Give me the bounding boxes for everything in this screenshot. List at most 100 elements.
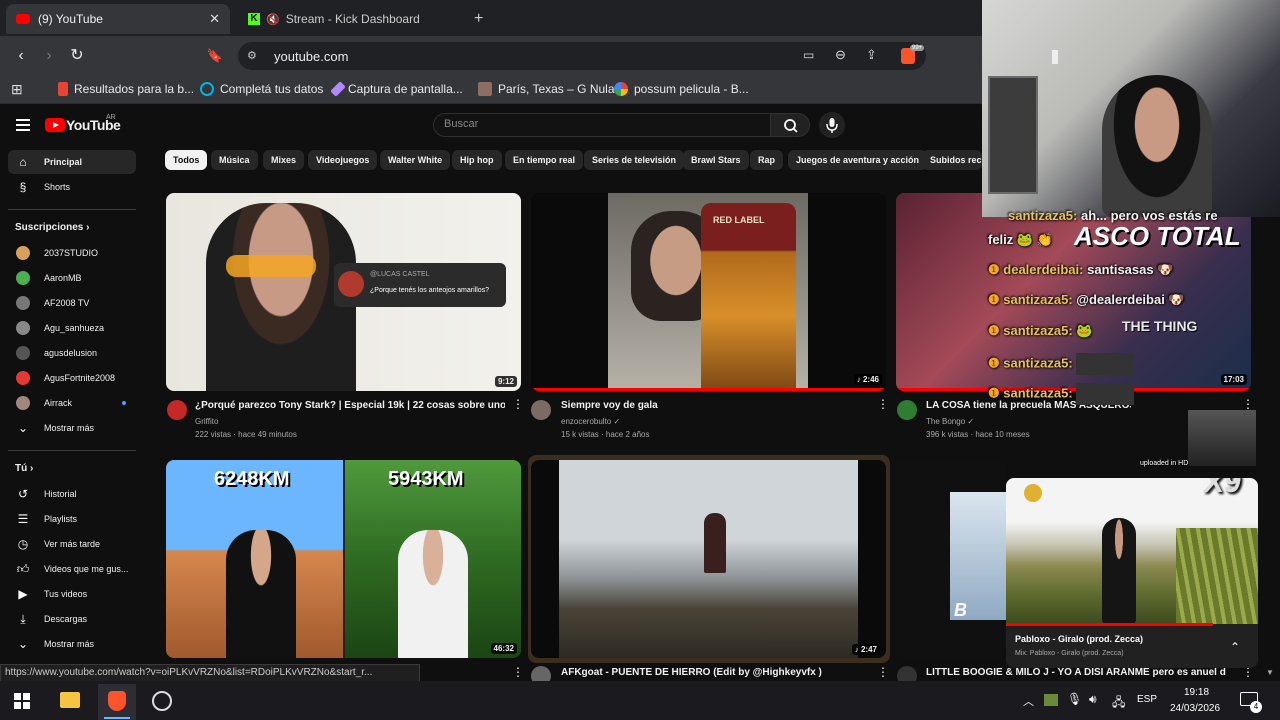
chip[interactable]: Juegos de aventura y acción <box>788 150 928 170</box>
input-language[interactable]: ESP <box>1137 694 1157 705</box>
chip[interactable]: Música <box>211 150 258 170</box>
site-settings-icon[interactable]: ⚙ <box>247 49 257 62</box>
tab-kick[interactable]: K 🔇 Stream - Kick Dashboard <box>238 4 464 34</box>
sidebar-item-subscription[interactable]: AF2008 TV <box>8 291 136 315</box>
chip-todos[interactable]: Todos <box>165 150 208 170</box>
channel-avatar[interactable] <box>167 400 187 420</box>
tab-youtube[interactable]: (9) YouTube ✕ <box>6 4 230 34</box>
sidebar-item-shorts[interactable]: § Shorts <box>8 175 136 199</box>
chip[interactable]: Walter White <box>380 150 451 170</box>
bookmark-icon[interactable]: 🔖 <box>206 47 224 65</box>
video-title[interactable]: LITTLE BOOGIE & MILO J - YO A DISI ARAÑM… <box>926 667 1226 678</box>
sidebar-item-subscription[interactable]: Agu_sanhueza <box>8 316 136 340</box>
voice-search-button[interactable] <box>819 112 845 138</box>
video-title[interactable]: ¿Porqué parezco Tony Stark? | Especial 1… <box>195 400 505 411</box>
bookmark-item[interactable]: possum pelicula - B... <box>614 82 749 96</box>
youtube-logo-icon[interactable] <box>45 118 65 132</box>
channel-name[interactable]: enzocerobulto ✓ <box>561 417 620 426</box>
video-thumbnail[interactable]: 6248KM 5943KM 46:32 <box>166 460 521 658</box>
chevron-down-icon: ⌄ <box>17 421 29 435</box>
apps-grid-icon[interactable]: ⊞ <box>11 81 23 98</box>
sidebar-item-principal[interactable]: ⌂ Principal <box>8 150 136 174</box>
sidebar-item-subscription[interactable]: AaronMB <box>8 266 136 290</box>
scroll-down-icon[interactable]: ▼ <box>1266 668 1274 677</box>
multiplier-label: X9 <box>1204 478 1241 499</box>
share-icon[interactable]: ⇪ <box>866 47 877 63</box>
more-options-icon[interactable]: ⋮ <box>512 666 524 678</box>
chevron-up-icon[interactable]: ⌃ <box>1230 640 1240 654</box>
history-icon: ↺ <box>17 487 29 501</box>
chip[interactable]: Rap <box>750 150 784 170</box>
cast-icon[interactable]: ▭ <box>803 48 814 62</box>
obs-icon[interactable] <box>152 691 172 711</box>
sidebar-item-downloads[interactable]: ⤓ Descargas <box>8 607 136 631</box>
new-tab-button[interactable]: + <box>474 10 483 28</box>
video-thumbnail[interactable]: B <box>896 460 1006 658</box>
more-options-icon[interactable]: ⋮ <box>877 398 889 410</box>
chip[interactable]: Videojuegos <box>308 150 378 170</box>
more-options-icon[interactable]: ⋮ <box>1242 666 1254 678</box>
sidebar-item-watch-later[interactable]: ◷ Ver más tarde <box>8 532 136 556</box>
subscriptions-heading[interactable]: Suscripciones › <box>15 222 89 233</box>
sidebar-item-subscription[interactable]: AgusFortnite2008 <box>8 366 136 390</box>
chat-user: santizaza5: <box>1003 323 1073 338</box>
sidebar-item-liked[interactable]: 👍︎ Videos que me gus... <box>8 557 136 581</box>
more-options-icon[interactable]: ⋮ <box>512 398 524 410</box>
sidebar-item-subscription[interactable]: 2037STUDIO <box>8 241 136 265</box>
video-thumbnail[interactable]: RED LABEL ♪ 2:46 <box>531 193 886 391</box>
bookmark-item[interactable]: Resultados para la b... <box>58 82 194 96</box>
clock-time[interactable]: 19:18 <box>1184 687 1209 698</box>
more-options-icon[interactable]: ⋮ <box>1242 398 1254 410</box>
sidebar-label: AaronMB <box>44 273 82 283</box>
sidebar-item-historial[interactable]: ↺ Historial <box>8 482 136 506</box>
sidebar-item-subscription[interactable]: Airrack <box>8 391 136 415</box>
volume-icon[interactable]: 🔊︎ <box>1089 692 1097 707</box>
video-thumbnail-hover[interactable]: ♪ 2:47 <box>528 455 890 663</box>
playlist-icon: ☰ <box>17 512 29 526</box>
forward-icon[interactable]: › <box>40 47 58 65</box>
sidebar-item-your-videos[interactable]: ▶ Tus videos <box>8 582 136 606</box>
miniplayer[interactable]: X9 Pabloxo - Giralo (prod. Zecca) Mix: P… <box>1006 478 1258 668</box>
zoom-icon[interactable]: ⊖ <box>835 47 846 63</box>
video-title[interactable]: Siempre voy de gala <box>561 400 871 411</box>
video-thumbnail[interactable]: @LUCAS CASTEL ¿Porque tenés los anteojos… <box>166 193 521 391</box>
reload-icon[interactable]: ↻ <box>68 47 86 65</box>
brave-browser-icon[interactable] <box>108 691 126 711</box>
bookmark-item[interactable]: Completá tus datos <box>200 82 323 96</box>
you-heading[interactable]: Tú › <box>15 463 33 474</box>
emote-image <box>1076 383 1135 405</box>
search-input[interactable] <box>433 113 771 137</box>
chip[interactable]: Brawl Stars <box>683 150 749 170</box>
more-options-icon[interactable]: ⋮ <box>877 666 889 678</box>
network-icon[interactable]: 🖧 <box>1112 693 1125 714</box>
file-explorer-icon[interactable] <box>60 692 80 708</box>
miniplayer-progress-bar[interactable] <box>1006 623 1213 626</box>
back-icon[interactable]: ‹ <box>12 47 30 65</box>
close-tab-icon[interactable]: ✕ <box>209 11 220 27</box>
search-button[interactable] <box>770 113 810 137</box>
sidebar-item-playlists[interactable]: ☰ Playlists <box>8 507 136 531</box>
show-more-subscriptions[interactable]: ⌄ Mostrar más <box>8 416 136 440</box>
badge-icon: ❶ <box>988 262 1000 277</box>
menu-icon[interactable] <box>16 119 30 131</box>
video-title[interactable]: AFKgoat - PUENTE DE HIERRO (Edit by @Hig… <box>561 667 861 678</box>
chip[interactable]: En tiempo real <box>505 150 584 170</box>
chip[interactable]: Hip hop <box>452 150 502 170</box>
sidebar-label: Airrack <box>44 398 73 408</box>
channel-avatar[interactable] <box>531 400 551 420</box>
chip[interactable]: Subidos reci <box>922 150 982 170</box>
channel-name[interactable]: Griffito <box>195 417 218 426</box>
channel-name[interactable]: The Bongo ✓ <box>926 417 974 426</box>
windows-start-icon[interactable] <box>14 693 30 709</box>
chip[interactable]: Series de televisión <box>584 150 685 170</box>
bookmark-item[interactable]: Captura de pantalla... <box>330 81 463 97</box>
tray-app-icon[interactable] <box>1044 694 1058 706</box>
microphone-tray-icon[interactable]: 🎙︎ <box>1067 692 1082 706</box>
chip[interactable]: Mixes <box>263 150 305 170</box>
show-more-you[interactable]: ⌄ Mostrar más <box>8 632 136 656</box>
sidebar-item-subscription[interactable]: agusdelusion <box>8 341 136 365</box>
bookmark-item[interactable]: París, Texas – G Nula <box>478 82 615 96</box>
clock-date[interactable]: 24/03/2026 <box>1170 703 1220 714</box>
channel-avatar[interactable] <box>897 400 917 420</box>
tray-chevron-up-icon[interactable]: ︿ <box>1023 693 1034 709</box>
